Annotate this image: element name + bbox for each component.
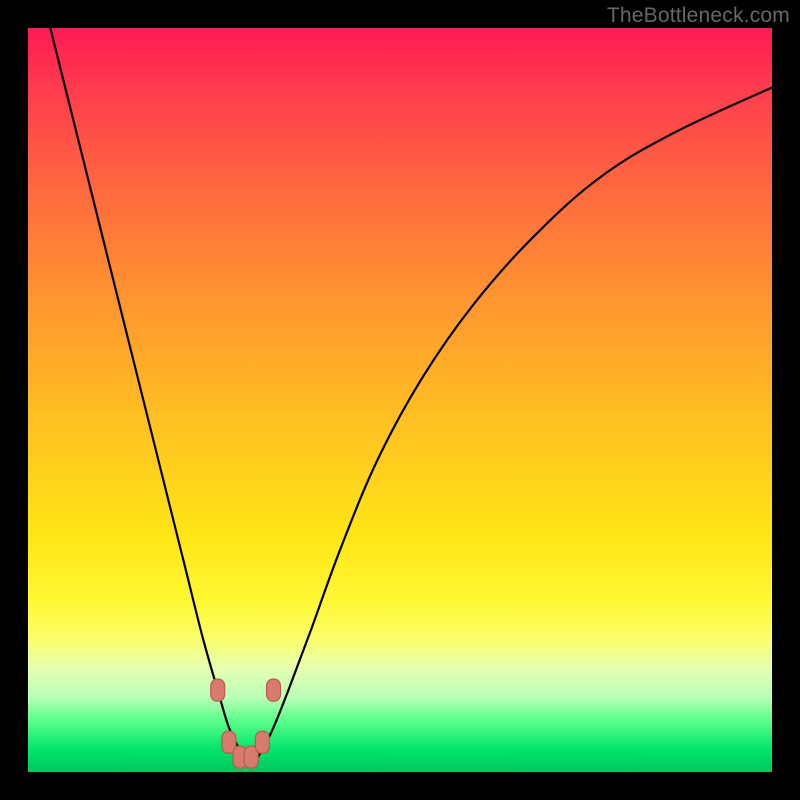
curve-marker	[267, 679, 281, 701]
bottleneck-curve	[50, 28, 772, 762]
curve-markers	[211, 679, 281, 768]
bottleneck-chart	[28, 28, 772, 772]
watermark-text: TheBottleneck.com	[607, 4, 790, 28]
curve-marker	[211, 679, 225, 701]
chart-plot-area	[28, 28, 772, 772]
curve-marker	[255, 731, 269, 753]
